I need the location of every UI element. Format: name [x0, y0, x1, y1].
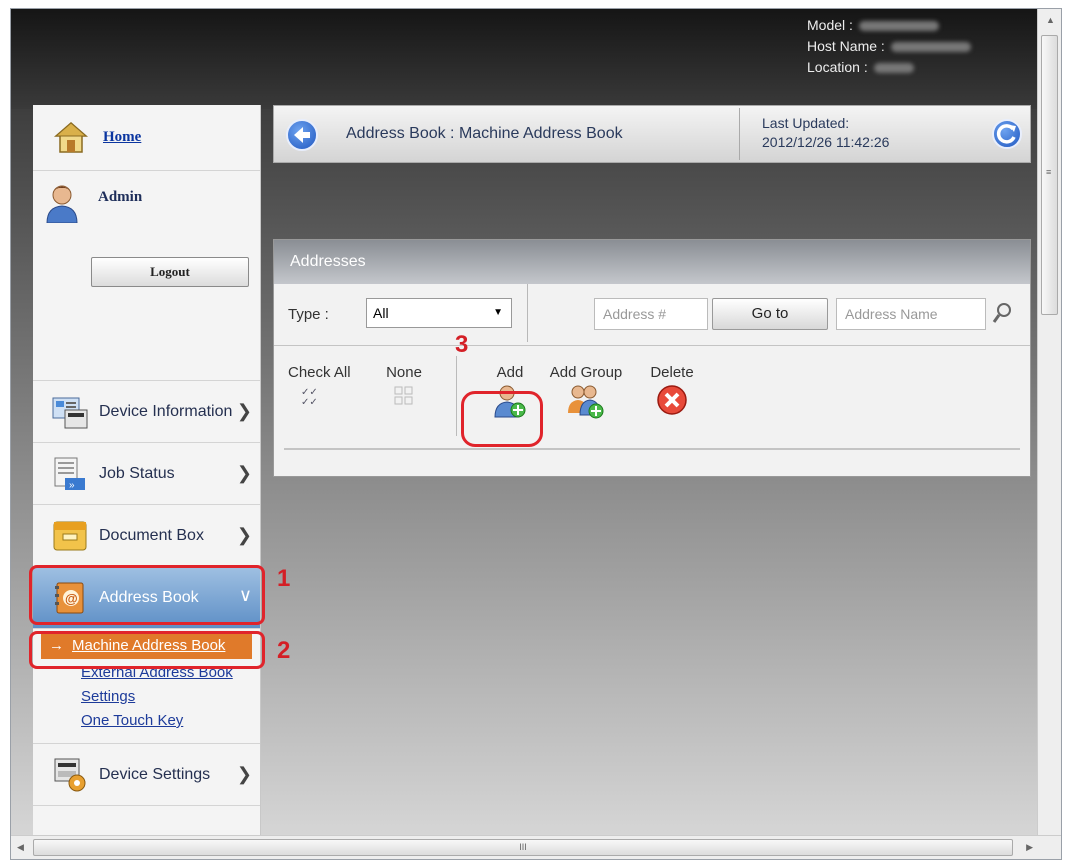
device-information-icon	[51, 394, 89, 430]
delete-action[interactable]: Delete	[644, 364, 700, 421]
scroll-thumb[interactable]: III	[33, 839, 1013, 856]
admin-label: Admin	[98, 189, 143, 205]
divider	[739, 108, 740, 160]
sidebar-item-label: Device Settings	[99, 765, 211, 783]
panel-title: Addresses	[274, 240, 1030, 284]
user-icon	[45, 183, 79, 228]
scroll-left-icon[interactable]: ◀	[17, 842, 24, 853]
chevron-right-icon: ❯	[236, 525, 252, 545]
uncheck-icon	[393, 386, 415, 411]
last-updated-value: 2012/12/26 11:42:26	[762, 134, 890, 150]
highlight-add-button	[461, 391, 543, 447]
refresh-icon[interactable]	[992, 119, 1022, 149]
header-bar: Address Book : Machine Address Book Last…	[273, 105, 1031, 163]
step-number-2: 2	[277, 637, 291, 664]
submenu-label: Settings	[81, 688, 136, 705]
check-all-action[interactable]: Check All ✓✓ ✓✓	[288, 364, 351, 411]
actions-row: Check All ✓✓ ✓✓ None Add Add Group Delet…	[274, 346, 1030, 456]
scroll-grip: III	[519, 842, 527, 852]
add-label: Add	[496, 364, 524, 381]
chevron-right-icon: ❯	[236, 463, 252, 483]
check-all-label: Check All	[288, 364, 351, 381]
dropdown-arrow-icon: ▼	[493, 307, 503, 318]
sidebar-item-device-information[interactable]: Device Information ❯	[33, 381, 260, 443]
svg-text:✓✓: ✓✓	[301, 397, 318, 407]
add-group-icon	[566, 385, 606, 423]
horizontal-scrollbar[interactable]: ◀ III ▶	[11, 835, 1061, 859]
home-icon	[53, 120, 91, 156]
sidebar-item-device-settings[interactable]: Device Settings ❯	[33, 744, 260, 806]
type-select[interactable]: All ▼	[366, 298, 512, 328]
divider	[456, 356, 457, 436]
chevron-right-icon: ❯	[236, 401, 252, 421]
admin-section: Admin Logout	[33, 171, 260, 381]
svg-text:»: »	[69, 480, 75, 491]
address-number-input[interactable]: Address #	[594, 298, 708, 330]
delete-icon	[655, 385, 689, 421]
redacted-host	[890, 42, 971, 53]
chevron-right-icon: ❯	[236, 764, 252, 784]
scroll-grip-icon: ≡	[1046, 167, 1052, 177]
none-label: None	[386, 364, 422, 381]
browser-frame: Model : Host Name : Location : Home Admi…	[10, 8, 1062, 860]
host-label: Host Name :	[807, 38, 885, 54]
device-info: Model : Host Name : Location :	[807, 15, 971, 78]
delete-label: Delete	[650, 364, 694, 381]
none-action[interactable]: None	[384, 364, 424, 411]
document-box-icon	[51, 518, 89, 554]
location-label: Location :	[807, 59, 868, 75]
sidebar-item-label: Job Status	[99, 464, 175, 482]
redacted-location	[873, 63, 914, 74]
search-icon[interactable]	[992, 302, 1012, 324]
divider	[284, 448, 1020, 450]
add-group-label: Add Group	[549, 364, 623, 381]
last-updated: Last Updated: 2012/12/26 11:42:26	[762, 114, 889, 152]
vertical-scrollbar[interactable]: ▲ ≡	[1037, 9, 1061, 837]
device-settings-icon	[51, 757, 89, 793]
job-status-icon: »	[51, 456, 89, 492]
divider	[527, 284, 528, 342]
highlight-machine-address-book	[29, 631, 265, 669]
sidebar-item-label: Document Box	[99, 526, 204, 544]
scroll-right-icon[interactable]: ▶	[1026, 842, 1033, 853]
back-arrow-icon[interactable]	[286, 119, 318, 151]
step-number-1: 1	[277, 565, 291, 592]
sidebar-item-job-status[interactable]: » Job Status ❯	[33, 443, 260, 505]
top-banner: Model : Host Name : Location :	[11, 9, 1037, 109]
logout-button[interactable]: Logout	[91, 257, 249, 287]
type-value: All	[373, 305, 389, 321]
submenu-item-one-touch-key[interactable]: One Touch Key	[81, 709, 260, 733]
sidebar-item-document-box[interactable]: Document Box ❯	[33, 505, 260, 567]
sidebar-item-label: Device Information	[99, 402, 233, 420]
filter-row: Type : All ▼ Address # Go to Address Nam…	[274, 284, 1030, 346]
highlight-address-book	[29, 565, 265, 625]
check-all-icon: ✓✓ ✓✓	[301, 387, 323, 411]
type-label: Type :	[288, 306, 329, 323]
step-number-3: 3	[455, 331, 469, 358]
sidebar: Home Admin Logout Device Information ❯ »…	[33, 105, 261, 837]
add-group-action[interactable]: Add Group	[542, 364, 630, 423]
address-name-input[interactable]: Address Name	[836, 298, 986, 330]
addresses-panel: Addresses Type : All ▼ Address # Go to A…	[273, 239, 1031, 477]
model-label: Model :	[807, 17, 853, 33]
scroll-up-icon[interactable]: ▲	[1046, 15, 1055, 25]
page-title: Address Book : Machine Address Book	[346, 125, 623, 142]
last-updated-label: Last Updated:	[762, 115, 850, 131]
goto-button[interactable]: Go to	[712, 298, 828, 330]
home-row: Home	[33, 105, 260, 171]
redacted-model	[858, 21, 939, 32]
home-link[interactable]: Home	[103, 129, 141, 146]
